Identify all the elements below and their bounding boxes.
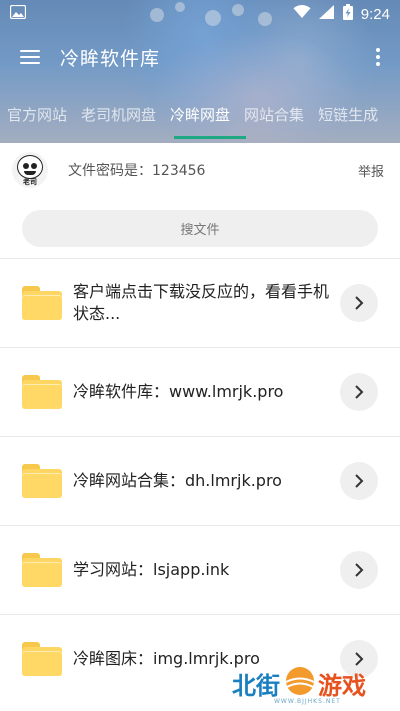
watermark-url: WWW.BJJHKS.NET <box>274 698 341 705</box>
watermark-text-right: 游戏 <box>318 672 366 700</box>
battery-charging-icon <box>342 4 353 24</box>
report-button[interactable]: 举报 <box>358 161 388 180</box>
status-bar: 9:24 <box>0 0 400 28</box>
list-item[interactable]: 冷眸软件库：www.lmrjk.pro <box>0 347 400 436</box>
chevron-right-icon <box>355 474 364 488</box>
search-input[interactable]: 搜文件 <box>22 210 378 247</box>
open-item-button[interactable] <box>340 462 378 500</box>
open-item-button[interactable] <box>340 373 378 411</box>
folder-icon <box>22 553 62 587</box>
chevron-right-icon <box>355 563 364 577</box>
file-name: 冷眸网站合集：dh.lmrjk.pro <box>73 471 282 490</box>
file-name: 冷眸软件库：www.lmrjk.pro <box>73 382 284 401</box>
tab-site-collection[interactable]: 网站合集 <box>237 97 311 137</box>
watermark-logo-icon <box>285 667 315 695</box>
site-watermark: 北街 游戏 WWW.BJJHKS.NET <box>232 664 400 711</box>
gallery-notification-icon <box>9 4 27 23</box>
app-toolbar: 冷眸软件库 <box>0 28 400 86</box>
signal-icon <box>318 5 335 23</box>
active-tab-indicator <box>174 136 246 139</box>
chevron-right-icon <box>355 296 364 310</box>
folder-icon <box>22 464 62 498</box>
folder-icon <box>22 286 62 320</box>
chevron-right-icon <box>355 385 364 399</box>
more-options-button[interactable] <box>356 28 400 86</box>
list-item[interactable]: 学习网站：lsjapp.ink <box>0 525 400 614</box>
status-time: 9:24 <box>360 5 390 23</box>
file-list: 客户端点击下载没反应的，看看手机状态... 冷眸软件库：www.lmrjk.pr… <box>0 258 400 703</box>
open-item-button[interactable] <box>340 551 378 589</box>
list-item[interactable]: 冷眸网站合集：dh.lmrjk.pro <box>0 436 400 525</box>
open-item-button[interactable] <box>340 284 378 322</box>
tab-lengmou-netdisk[interactable]: 冷眸网盘 <box>163 97 237 137</box>
file-name: 客户端点击下载没反应的，看看手机状态... <box>73 282 330 323</box>
tab-official-site[interactable]: 官方网站 <box>0 97 74 137</box>
tab-driver-netdisk[interactable]: 老司机网盘 <box>74 97 163 137</box>
avatar: 老司 <box>12 152 48 188</box>
wifi-icon <box>293 5 311 23</box>
password-info-row: 老司 文件密码是：123456 举报 <box>0 143 400 197</box>
category-tabs: 官方网站 老司机网盘 冷眸网盘 网站合集 短链生成 <box>0 97 400 137</box>
folder-icon <box>22 375 62 409</box>
folder-icon <box>22 642 62 676</box>
app-title: 冷眸软件库 <box>60 47 161 70</box>
menu-button[interactable] <box>0 28 60 86</box>
list-item[interactable]: 客户端点击下载没反应的，看看手机状态... <box>0 258 400 347</box>
file-password-text: 文件密码是：123456 <box>68 163 206 179</box>
hamburger-icon <box>20 50 40 64</box>
avatar-caption: 老司 <box>23 178 37 186</box>
file-name: 学习网站：lsjapp.ink <box>73 560 230 579</box>
more-vert-icon <box>376 48 380 52</box>
watermark-text-left: 北街 <box>232 672 280 700</box>
tab-short-link[interactable]: 短链生成 <box>311 97 385 137</box>
